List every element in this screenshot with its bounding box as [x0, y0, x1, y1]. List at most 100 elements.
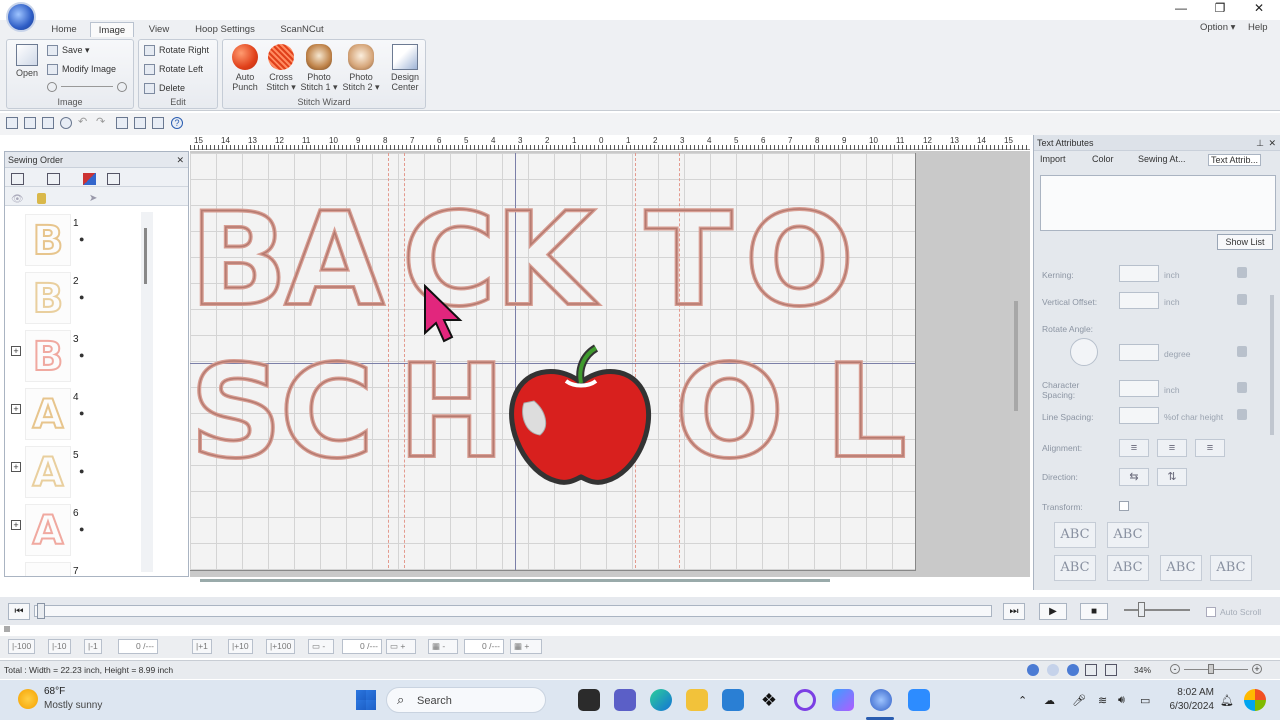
direction-horizontal-button[interactable]: ⇆	[1119, 468, 1149, 486]
zoom-thumb[interactable]	[1208, 664, 1214, 674]
rotate-left-button[interactable]: Rotate Left	[144, 64, 203, 76]
expand-icon[interactable]: +	[11, 404, 21, 414]
edge-icon[interactable]	[650, 689, 672, 711]
microphone-icon[interactable]: 🎤︎	[1072, 694, 1086, 707]
rotate-angle-input[interactable]	[1119, 344, 1159, 361]
sewing-order-item[interactable]: + A 6 ●	[5, 500, 135, 558]
color-field[interactable]: 0 /---	[464, 639, 504, 654]
transform-slant[interactable]: ABC	[1054, 555, 1096, 581]
tab-color[interactable]: Color	[1092, 154, 1114, 164]
weather-desc[interactable]: Mostly sunny	[44, 700, 102, 711]
tab-image[interactable]: Image	[90, 22, 134, 37]
modify-image-button[interactable]: Modify Image	[47, 64, 116, 76]
step-field[interactable]: 0 /---	[118, 639, 158, 654]
apple-design[interactable]	[506, 343, 656, 493]
sewing-order-item[interactable]: + A 5 ●	[5, 442, 135, 500]
simulator-thumb[interactable]	[37, 603, 45, 619]
go-end-button[interactable]: ⏭	[1003, 603, 1025, 620]
wifi-icon[interactable]: ≋	[1098, 694, 1107, 707]
visibility-eye-icon[interactable]: ●	[79, 408, 84, 418]
rotate-right-button[interactable]: Rotate Right	[144, 45, 209, 57]
step-minus-100-button[interactable]: |-100	[8, 639, 36, 654]
transform-checkbox[interactable]	[1119, 501, 1129, 511]
photo-stitch-1-button[interactable]: Photo Stitch 1 ▾	[299, 44, 339, 92]
play-button[interactable]: ▶	[1039, 603, 1067, 620]
lock-icon[interactable]	[1237, 382, 1247, 393]
panel-close-icon[interactable]: ✕	[176, 152, 184, 168]
step-plus-1-button[interactable]: |+1	[192, 639, 212, 654]
character-spacing-input[interactable]	[1119, 380, 1159, 397]
simulator-track[interactable]	[34, 603, 992, 619]
tray-chevron-icon[interactable]: ⌃	[1018, 694, 1027, 707]
rotate-dial[interactable]	[1070, 338, 1098, 366]
align-center-button[interactable]: ≡	[1157, 439, 1187, 457]
pin-icon[interactable]: ⊥	[1256, 135, 1264, 151]
tab-sewing-attributes[interactable]: Sewing At...	[1138, 154, 1186, 164]
tab-scanncut[interactable]: ScanNCut	[272, 22, 332, 37]
new-icon[interactable]	[6, 117, 18, 129]
lock-icon[interactable]	[1237, 346, 1247, 357]
paste-icon[interactable]	[152, 117, 164, 129]
visibility-eye-icon[interactable]: ●	[79, 524, 84, 534]
color-icon[interactable]	[83, 173, 96, 185]
speed-slider[interactable]	[1124, 602, 1190, 617]
zoom-in-icon[interactable]: +	[1252, 664, 1262, 674]
maximize-button[interactable]: ❐	[1202, 0, 1238, 18]
stitch-view-icon[interactable]	[1027, 664, 1039, 676]
volume-icon[interactable]: 🔊︎	[1118, 694, 1125, 707]
clock-time[interactable]: 8:02 AM	[1168, 687, 1214, 698]
design-canvas[interactable]: BBAACCKKTTOOSSCCHHOOLL	[190, 151, 1030, 577]
save-button[interactable]: Save ▾	[47, 45, 90, 57]
auto-punch-button[interactable]: Auto Punch	[227, 44, 263, 92]
weather-sun-icon[interactable]	[18, 689, 38, 709]
color-start-button[interactable]: ▦ -	[428, 639, 458, 654]
step-minus-1-button[interactable]: |-1	[84, 639, 102, 654]
vertical-offset-input[interactable]	[1119, 292, 1159, 309]
transform-arch[interactable]: ABC	[1210, 555, 1252, 581]
tab-import[interactable]: Import	[1040, 154, 1066, 164]
hoop-area[interactable]: BBAACCKKTTOOSSCCHHOOLL	[190, 153, 916, 571]
view-icon[interactable]	[116, 117, 128, 129]
teams-icon[interactable]	[614, 689, 636, 711]
kerning-input[interactable]	[1119, 265, 1159, 282]
open-button[interactable]: Open	[11, 44, 43, 78]
design-center-button[interactable]: Design Center	[385, 44, 425, 92]
transform-arch-up[interactable]: ABC	[1054, 522, 1096, 548]
visibility-eye-icon[interactable]: ●	[79, 234, 84, 244]
list-scrollbar[interactable]	[141, 212, 153, 572]
auto-scroll-checkbox[interactable]	[1206, 607, 1216, 617]
frame-start-button[interactable]: ▭ -	[308, 639, 334, 654]
text-input-area[interactable]	[1040, 175, 1276, 231]
grid-icon[interactable]	[1085, 664, 1097, 676]
copilot-icon[interactable]	[832, 689, 854, 711]
dropbox-icon[interactable]: ❖	[758, 689, 780, 711]
transform-bulge[interactable]: ABC	[1160, 555, 1202, 581]
app-circle-icon[interactable]	[794, 689, 816, 711]
sewing-order-item[interactable]: + B 3 ●	[5, 326, 135, 384]
horizontal-scrollbar[interactable]	[200, 579, 830, 582]
frame-icon[interactable]	[107, 173, 120, 185]
battery-icon[interactable]: ▭	[1140, 694, 1150, 707]
delete-button[interactable]: Delete	[144, 83, 185, 95]
vertical-scrollbar[interactable]	[1014, 301, 1018, 411]
sewing-order-item[interactable]: B 1 ●	[5, 210, 135, 268]
windows-start-icon[interactable]	[356, 690, 376, 710]
transform-arch-down[interactable]: ABC	[1107, 522, 1149, 548]
step-minus-10-button[interactable]: |-10	[48, 639, 71, 654]
photo-stitch-2-button[interactable]: Photo Stitch 2 ▾	[341, 44, 381, 92]
help-menu[interactable]: Help	[1248, 22, 1268, 33]
open-icon[interactable]	[24, 117, 36, 129]
lock-icon[interactable]	[1237, 267, 1247, 278]
notification-bell-icon[interactable]: 🔔︎	[1220, 694, 1234, 707]
weather-temp[interactable]: 68°F	[44, 686, 65, 697]
copilot-tray-icon[interactable]	[1244, 689, 1266, 711]
zoom-out-icon[interactable]: -	[1170, 664, 1180, 674]
app-menu-icon[interactable]	[6, 2, 36, 32]
frame-end-button[interactable]: ▭ +	[386, 639, 416, 654]
undo-icon[interactable]: ↶	[78, 117, 90, 129]
option-menu[interactable]: Option ▾	[1200, 22, 1235, 33]
panel-scrollbar[interactable]	[1270, 295, 1274, 435]
step-plus-10-button[interactable]: |+10	[228, 639, 253, 654]
visibility-eye-icon[interactable]: ●	[79, 350, 84, 360]
sewing-order-item[interactable]: + A 4 ●	[5, 384, 135, 442]
